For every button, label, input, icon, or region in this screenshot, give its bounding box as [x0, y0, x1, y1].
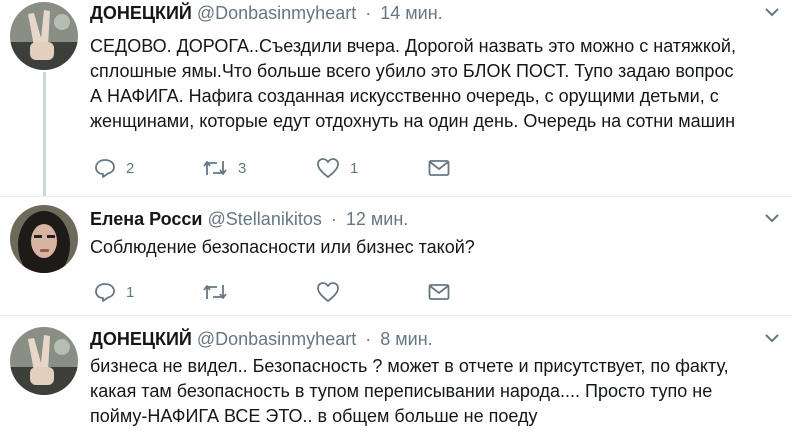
tweet-text: Соблюдение безопасности или бизнес такой…	[90, 237, 475, 257]
victory-hand-avatar-icon	[10, 327, 78, 395]
reply-icon	[95, 159, 115, 178]
separator-dot: ·	[365, 329, 372, 349]
retweet-button[interactable]: 3	[202, 156, 246, 180]
timestamp[interactable]: 14 мин.	[380, 3, 442, 23]
avatar[interactable]	[10, 205, 78, 273]
direct-message-button[interactable]	[428, 156, 450, 180]
tweet[interactable]: ДОНЕЦКИЙ @Donbasinmyheart · 8 мин. бизне…	[0, 316, 792, 445]
heart-icon	[317, 282, 339, 302]
display-name[interactable]: ДОНЕЦКИЙ	[90, 329, 192, 349]
tweet[interactable]: Елена Росси @Stellanikitos · 12 мин. Соб…	[0, 197, 792, 315]
like-count: 1	[350, 159, 359, 177]
tweet-text: бизнеса не видел.. Безопасность ? может …	[90, 356, 729, 426]
chevron-down-icon	[765, 8, 779, 17]
more-options-button[interactable]	[764, 332, 780, 344]
display-name[interactable]: Елена Росси	[90, 209, 203, 229]
like-button[interactable]: 1	[316, 156, 358, 180]
retweet-icon	[203, 161, 227, 175]
tweet[interactable]: ДОНЕЦКИЙ @Donbasinmyheart · 14 мин. СЕДО…	[0, 0, 792, 196]
avatar[interactable]	[10, 327, 78, 395]
more-options-button[interactable]	[764, 212, 780, 224]
woman-portrait-avatar-icon	[10, 205, 78, 273]
reply-count: 1	[126, 283, 135, 301]
like-button[interactable]	[316, 280, 350, 304]
retweet-icon	[203, 285, 227, 299]
timestamp[interactable]: 12 мин.	[346, 209, 408, 229]
tweet-header: ДОНЕЦКИЙ @Donbasinmyheart · 14 мин.	[90, 2, 443, 24]
reply-count: 2	[126, 159, 135, 177]
reply-icon	[95, 283, 115, 302]
avatar[interactable]	[10, 2, 78, 70]
separator-dot: ·	[330, 209, 337, 229]
direct-message-button[interactable]	[428, 280, 450, 304]
display-name[interactable]: ДОНЕЦКИЙ	[90, 3, 192, 23]
username[interactable]: @Stellanikitos	[208, 209, 322, 229]
reply-button[interactable]: 1	[94, 280, 134, 304]
retweet-button[interactable]	[202, 280, 238, 304]
tweet-header: Елена Росси @Stellanikitos · 12 мин.	[90, 208, 408, 230]
heart-icon	[317, 158, 339, 178]
victory-hand-avatar-icon	[10, 2, 78, 70]
separator-dot: ·	[365, 3, 372, 23]
tweet-text: СЕДОВО. ДОРОГА..Съездили вчера. Дорогой …	[90, 36, 736, 131]
thread-line	[43, 72, 46, 196]
username[interactable]: @Donbasinmyheart	[197, 3, 356, 23]
chevron-down-icon	[765, 334, 779, 343]
username[interactable]: @Donbasinmyheart	[197, 329, 356, 349]
retweet-count: 3	[238, 159, 247, 177]
envelope-icon	[428, 284, 450, 300]
chevron-down-icon	[765, 214, 779, 223]
tweet-actions: 1	[90, 280, 470, 304]
timestamp[interactable]: 8 мин.	[380, 329, 432, 349]
envelope-icon	[428, 160, 450, 176]
more-options-button[interactable]	[764, 6, 780, 18]
tweet-header: ДОНЕЦКИЙ @Donbasinmyheart · 8 мин.	[90, 328, 433, 350]
reply-button[interactable]: 2	[94, 156, 134, 180]
tweet-actions: 2 3 1	[90, 156, 470, 180]
